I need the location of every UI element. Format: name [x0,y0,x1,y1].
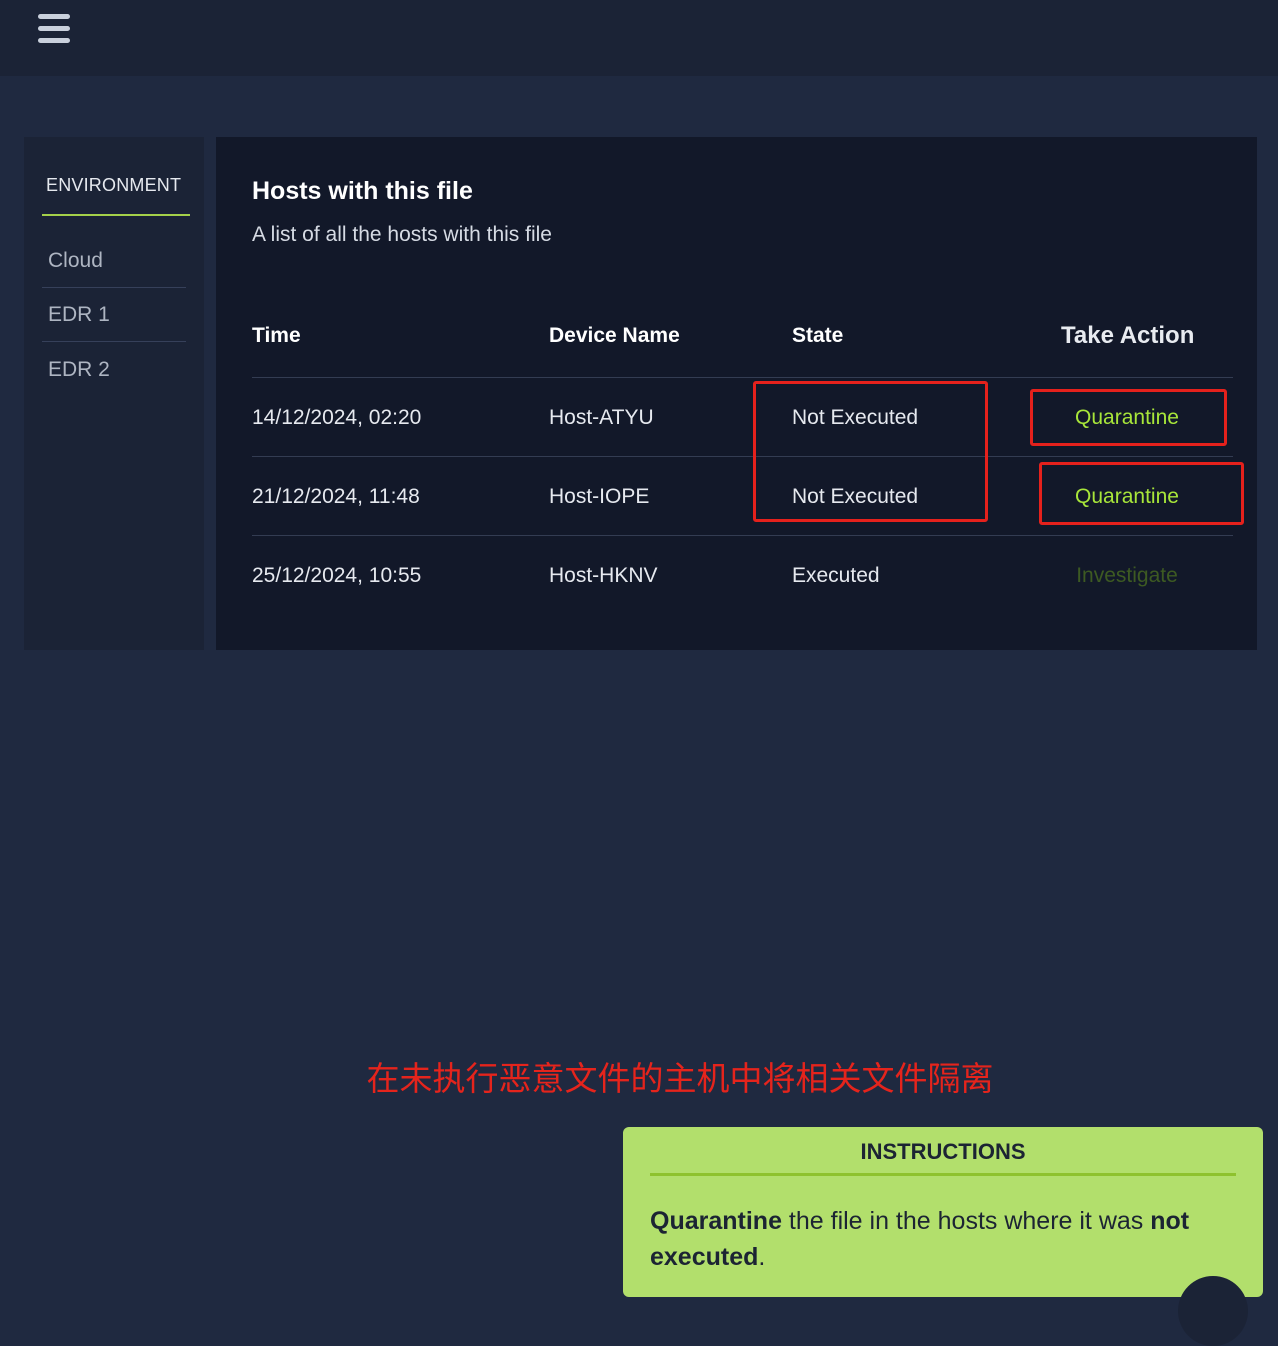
environment-sidebar: ENVIRONMENT Cloud EDR 1 EDR 2 [24,137,204,650]
panel-subtitle: A list of all the hosts with this file [252,223,552,246]
column-header-device-name: Device Name [549,324,680,347]
annotation-caption: 在未执行恶意文件的主机中将相关文件隔离 [366,1059,994,1098]
instructions-bold: Quarantine [650,1207,782,1235]
instructions-card: INSTRUCTIONS Quarantine the file in the … [623,1127,1263,1297]
row-time: 21/12/2024, 11:48 [252,485,420,508]
sidebar-item-cloud[interactable]: Cloud [42,234,186,288]
row-state: Executed [792,564,880,587]
top-nav-bar [0,0,1278,76]
instructions-span: the file in the hosts where it was [781,1207,1151,1235]
panel-title: Hosts with this file [252,177,473,205]
row-time: 25/12/2024, 10:55 [252,564,422,587]
investigate-button[interactable]: Investigate [1032,536,1222,615]
column-header-time: Time [252,324,301,347]
row-device-name: Host-HKNV [549,564,658,587]
hamburger-menu-icon[interactable] [38,14,70,44]
column-header-state: State [792,324,844,347]
row-device-name: Host-IOPE [549,485,650,508]
sidebar-item-edr-2[interactable]: EDR 2 [42,343,186,397]
instructions-title: INSTRUCTIONS [650,1139,1236,1176]
table-row: 25/12/2024, 10:55 Host-HKNV Executed Inv… [252,535,1233,615]
row-time: 14/12/2024, 02:20 [252,406,422,429]
quarantine-highlight-box [1039,462,1244,525]
column-header-take-action: Take Action [1061,322,1195,349]
instructions-text: Quarantine the file in the hosts where i… [650,1203,1240,1275]
sidebar-title: ENVIRONMENT [42,175,190,216]
sidebar-item-edr-1[interactable]: EDR 1 [42,288,186,342]
chat-bubble-icon[interactable] [1178,1276,1248,1346]
state-highlight-box [753,381,988,522]
quarantine-highlight-box [1030,389,1227,446]
instructions-span: . [758,1243,766,1271]
row-device-name: Host-ATYU [549,406,654,429]
